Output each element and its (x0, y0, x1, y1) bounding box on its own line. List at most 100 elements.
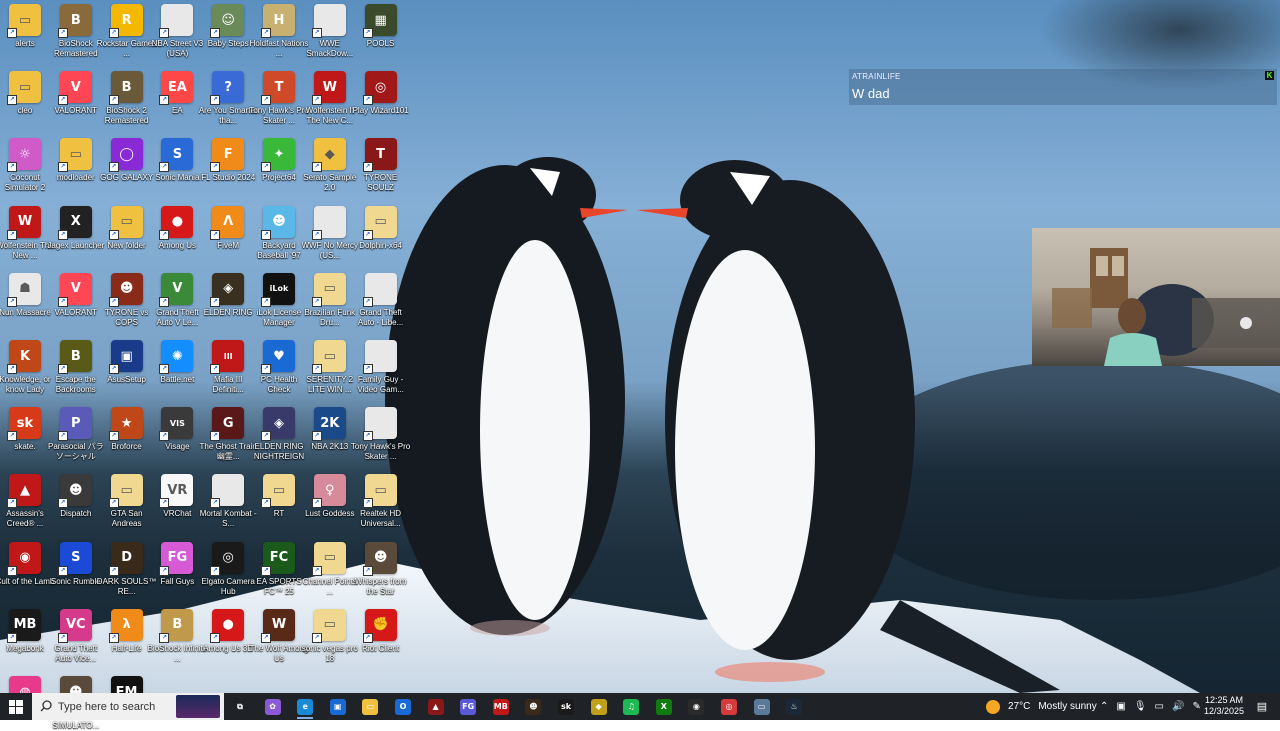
desktop-icon[interactable]: FC ↗ EA SPORTS FC™ 25 (254, 541, 304, 597)
desktop-icon[interactable]: VC ↗ Grand Theft Auto Vice... (51, 608, 101, 664)
desktop-icon[interactable]: ▭ ↗ sonic vegas pro 18 (302, 608, 358, 664)
desktop-icon[interactable]: ▲ ↗ Assassin's Creed® ... (0, 474, 50, 529)
desktop-icon[interactable]: ◎ ↗ Elgato Camera Hub (202, 541, 255, 597)
desktop-icon[interactable]: T ↗ Tony Hawk's Pro Skater ... (249, 71, 309, 126)
desktop-icon[interactable]: ♀ ↗ Lust Goddess (305, 474, 355, 519)
desktop-icon[interactable]: B ↗ BioShock Remastered (51, 4, 101, 59)
desktop-icon[interactable]: W ↗ Wolfenstein II The New C... (305, 71, 355, 126)
desktop-icon[interactable]: ↗ Grand Theft Auto - Libe... (356, 272, 406, 328)
taskbar-search-box[interactable]: Type here to search (32, 693, 224, 720)
start-button[interactable] (0, 693, 32, 720)
desktop-icon[interactable]: ☻ ↗ Backyard Baseball '97 (254, 205, 304, 261)
desktop-icon[interactable]: H ↗ Holdfast Nations ... (250, 4, 308, 59)
desktop-icon[interactable]: ▣ ↗ AsusSetup (102, 340, 152, 385)
desktop-icon[interactable]: sk ↗ skate. (0, 407, 50, 452)
desktop-icon[interactable]: ☻ ↗ TYRONE vs COPS (102, 272, 152, 328)
desktop-icon[interactable]: ✺ ↗ Battle.net (152, 340, 202, 385)
desktop-icon[interactable]: ◎ ↗ Play Wizard101 (353, 71, 409, 116)
display-icon[interactable]: ▭ (1155, 701, 1164, 712)
desktop-icon[interactable]: ☻ ↗ Dispatch (51, 474, 101, 519)
desktop-icon[interactable]: W ↗ The Wolf Among Us (250, 608, 309, 664)
desktop-icon[interactable]: ● ↗ Among Us 3D (203, 608, 253, 654)
desktop-icon[interactable]: ▭ ↗ cleo (0, 71, 50, 116)
taskbar-app-remote-desktop[interactable]: ▭ (750, 695, 774, 718)
desktop-icon[interactable]: B ↗ BioShock Infinite ... (148, 608, 207, 664)
desktop-icon[interactable]: D ↗ DARK SOULS™ RE... (97, 541, 156, 597)
desktop-icon[interactable]: III ↗ Mafia III Definiti... (203, 340, 253, 395)
network-adapter-icon[interactable]: ▣ (1116, 701, 1125, 712)
desktop-icon[interactable]: ♥ ↗ PC Health Check (254, 340, 304, 395)
desktop-icon[interactable]: ▭ ↗ alerts (0, 4, 50, 49)
desktop-icon[interactable]: ◈ ↗ ELDEN RING NIGHTREIGN (254, 407, 304, 462)
taskbar-app-obs[interactable]: ◉ (684, 695, 708, 718)
desktop-icon[interactable]: iLok ↗ iLok License Manager (254, 272, 304, 328)
desktop-icon[interactable]: ▭ ↗ modloader (51, 138, 101, 183)
desktop-icon[interactable]: T ↗ TYRONE SOULZ (356, 138, 406, 193)
desktop-icon[interactable]: ✦ ↗ Project64 (254, 138, 304, 183)
desktop-icon[interactable]: S ↗ Sonic Mania (152, 138, 202, 183)
taskbar-app-edge[interactable]: e (293, 695, 317, 719)
desktop-icon[interactable]: ✊ ↗ Riot Client (356, 608, 406, 654)
desktop-icon[interactable]: ◉ ↗ Cult of the Lamb (0, 541, 54, 587)
taskbar-app-serato[interactable]: ◆ (587, 695, 611, 718)
desktop-icon[interactable]: ↗ WWE SmackDow... (305, 4, 355, 59)
desktop-icon[interactable]: ▭ ↗ New folder (102, 205, 152, 251)
taskbar-app-whispers[interactable]: ☻ (521, 695, 545, 718)
taskbar-app-chrome[interactable]: ◎ (717, 695, 741, 718)
taskbar-app-outlook[interactable]: O (391, 695, 415, 718)
desktop-icon[interactable]: ▭ ↗ Brazilian Funk Dru... (304, 272, 355, 328)
desktop-icon[interactable]: K ↗ Knowledge, or know Lady (0, 340, 51, 395)
taskbar-app-copilot[interactable]: ✿ (261, 695, 285, 718)
desktop-icon[interactable]: ▭ ↗ Realtek HD Universal... (356, 474, 406, 529)
taskbar-app-spotify[interactable]: ♫ (619, 695, 643, 718)
desktop-icon[interactable]: ↗ WWF No Mercy (US... (302, 205, 358, 261)
desktop-icon[interactable]: EA ↗ EA (152, 71, 202, 116)
desktop-icon[interactable]: P ↗ Parasocial パラソーシャル (48, 407, 104, 462)
desktop-icon[interactable]: ▦ ↗ POOLS (356, 4, 406, 49)
desktop-icon[interactable]: ◆ ↗ Serato Sample 2.0 (303, 138, 356, 193)
microphone-icon[interactable]: 🎙 (1134, 701, 1147, 712)
desktop-icon[interactable]: ▭ ↗ RT (254, 474, 304, 519)
weather-widget[interactable]: 27°C Mostly sunny (986, 693, 1097, 720)
taskbar-app-steam[interactable]: ♨ (782, 695, 806, 718)
desktop-icon[interactable]: V ↗ Grand Theft Auto V Le... (152, 272, 202, 328)
taskbar-app-store[interactable]: ▣ (326, 695, 350, 718)
taskbar-clock[interactable]: 12:25 AM 12/3/2025 (1196, 695, 1252, 717)
desktop-icon[interactable]: ▭ ↗ GTA San Andreas (102, 474, 152, 529)
taskbar-app-task-view[interactable]: ⧉ (228, 695, 252, 718)
desktop-icon[interactable]: ↗ Tony Hawk's Pro Skater ... (351, 407, 410, 462)
desktop-icon[interactable]: ▭ ↗ SERENITY 2 LITE WIN ... (305, 340, 355, 395)
desktop-icon[interactable]: ☗ ↗ Nun Massacre (0, 272, 51, 318)
desktop-icon[interactable]: VIS ↗ Visage (152, 407, 202, 452)
desktop-icon[interactable]: ◈ ↗ ELDEN RING (203, 272, 253, 318)
taskbar-app-fall-guys[interactable]: FG (456, 695, 480, 718)
desktop-icon[interactable]: 2K ↗ NBA 2K13 (305, 407, 355, 452)
desktop-icon[interactable]: ☺ ↗ Baby Steps (203, 4, 253, 49)
desktop-icon[interactable]: V ↗ VALORANT (51, 272, 101, 318)
desktop-icon[interactable]: ☼ ↗ Coconut Simulator 2 (0, 138, 50, 193)
desktop-icon[interactable]: ▭ ↗ Dolphin-x64 (356, 205, 406, 251)
desktop-icon[interactable]: W ↗ Wolfenstein The New ... (0, 205, 54, 261)
taskbar-app-megabonk[interactable]: MB (489, 695, 513, 718)
desktop-icon[interactable]: ▭ ↗ Channel Points ... (303, 541, 357, 597)
desktop-icon[interactable]: B ↗ BioShock 2 Remastered (102, 71, 152, 126)
desktop-icon[interactable]: V ↗ VALORANT (51, 71, 101, 116)
chevron-up-icon[interactable]: ⌃ (1100, 701, 1108, 712)
desktop-icon[interactable]: S ↗ Sonic Rumble (51, 541, 101, 587)
desktop-icon[interactable]: ? ↗ Are You Smarter tha... (199, 71, 258, 126)
desktop-icon[interactable]: X ↗ Jagex Launcher (47, 205, 104, 251)
taskbar-app-game[interactable]: ▲ (424, 695, 448, 718)
desktop-icon[interactable]: B ↗ Escape the Backrooms (51, 340, 101, 395)
desktop-icon[interactable]: ● ↗ Among Us (152, 205, 202, 251)
desktop-icon[interactable]: G ↗ The Ghost Train 幽霊... (200, 407, 257, 462)
volume-icon[interactable]: 🔊 (1172, 701, 1184, 712)
desktop-icon[interactable]: λ ↗ Half-Life (102, 608, 152, 654)
desktop-icon[interactable]: MB ↗ Megabonk (0, 608, 50, 654)
desktop-icon[interactable]: ↗ NBA Street V3 (USA) (152, 4, 203, 59)
desktop-icon[interactable]: ☻ ↗ Whispers from the Star (355, 541, 406, 597)
desktop-icon[interactable]: F ↗ FL Studio 2024 (201, 138, 255, 183)
taskbar-app-skate[interactable]: sk (554, 695, 578, 718)
desktop-icon[interactable]: ★ ↗ Broforce (102, 407, 152, 452)
taskbar-app-file-explorer[interactable]: ▭ (358, 695, 382, 718)
desktop-icon[interactable]: VR ↗ VRChat (152, 474, 202, 519)
